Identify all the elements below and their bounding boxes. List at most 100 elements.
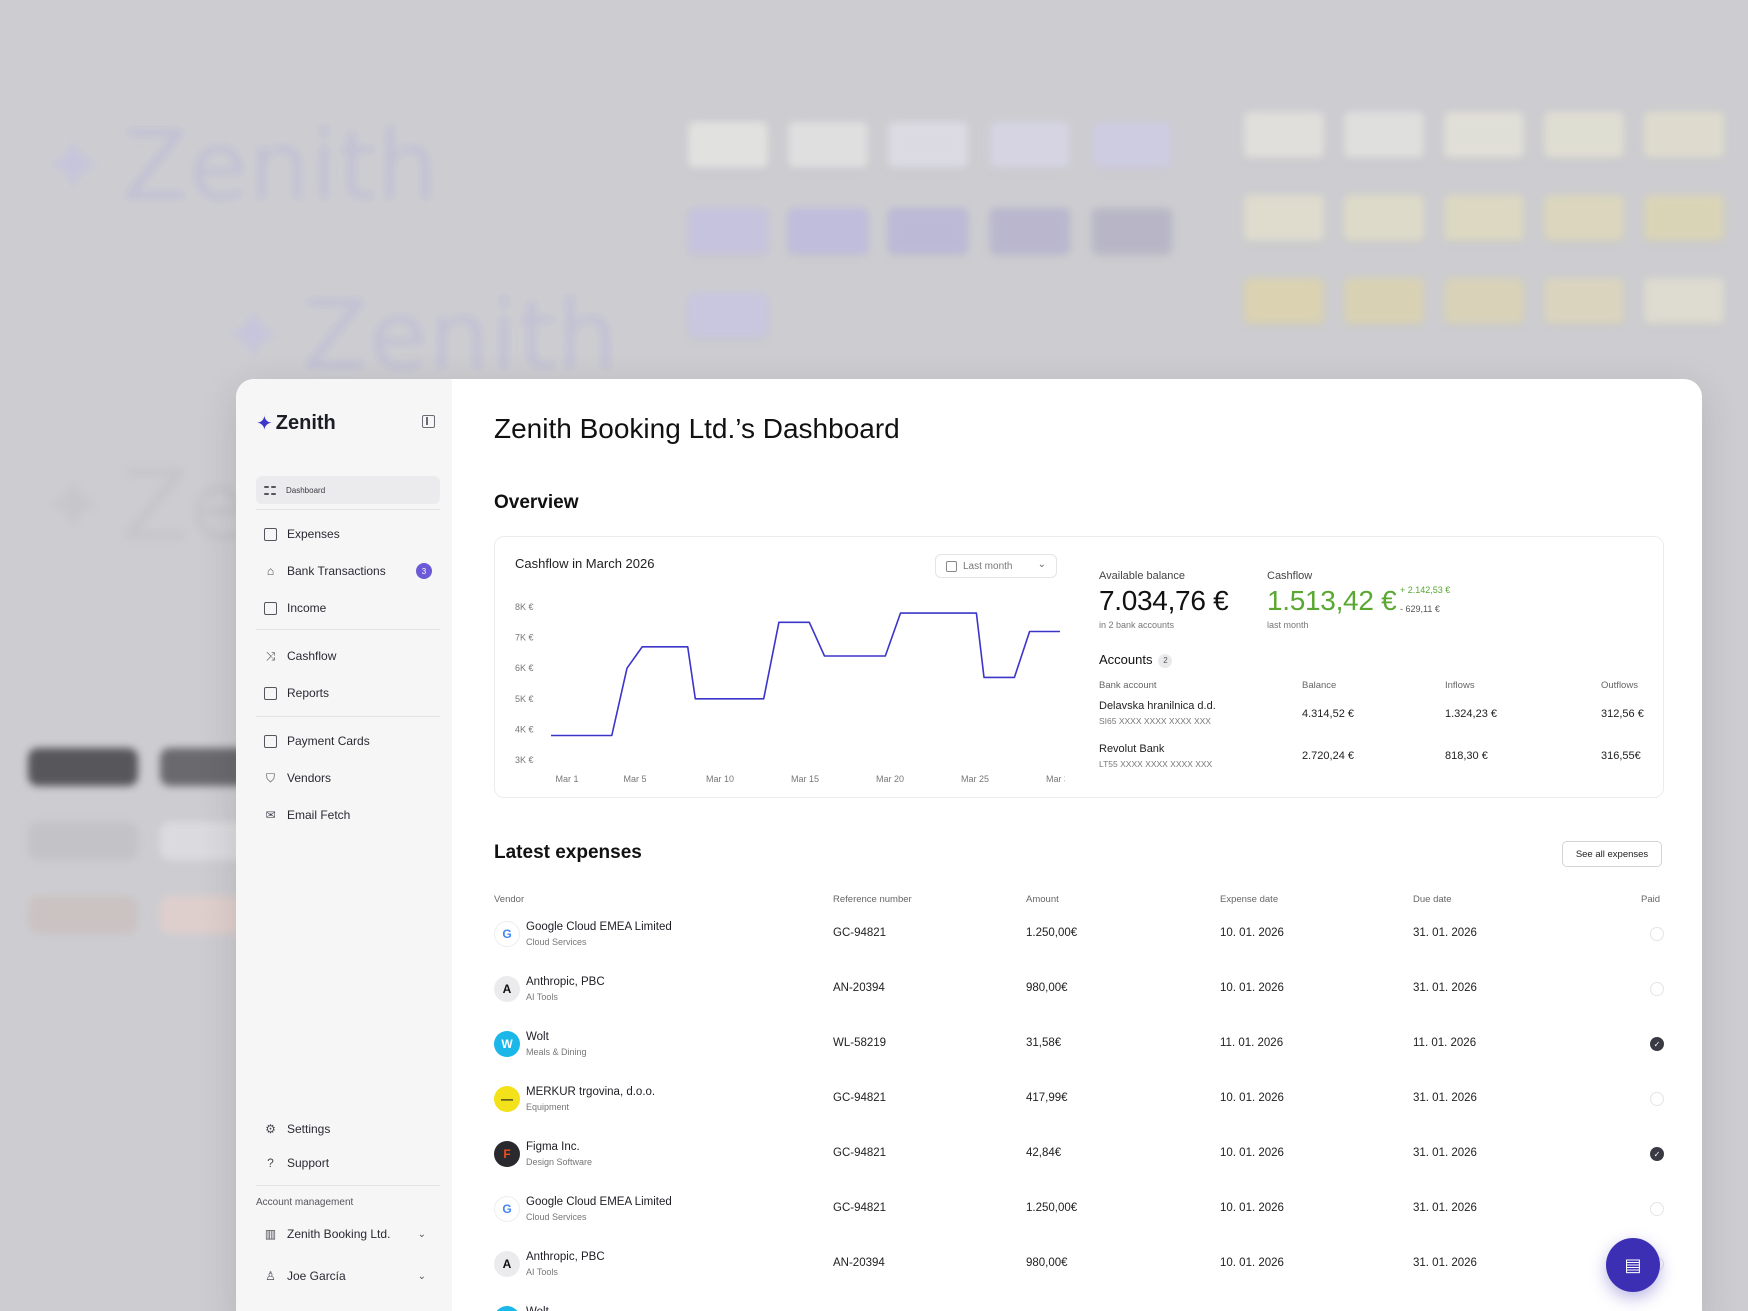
user-menu[interactable]: ♙ Joe García ⌄ — [256, 1263, 440, 1289]
vendor-name: Anthropic, PBC — [526, 976, 605, 988]
sidebar-item-label: Dashboard — [286, 485, 326, 495]
table-row[interactable]: G Google Cloud EMEA Limited Cloud Services… — [494, 1196, 1664, 1251]
vendor-category: AI Tools — [526, 992, 558, 1002]
vendor-category: Design Software — [526, 1157, 593, 1167]
amount: 31,58€ — [1026, 1037, 1062, 1049]
google-icon: G — [494, 1196, 520, 1222]
column-header: Expense date — [1220, 894, 1279, 905]
account-iban: LT55 XXXX XXXX XXXX XXX — [1099, 759, 1213, 769]
paid-checkbox[interactable] — [1650, 1202, 1664, 1216]
y-tick-label: 3K € — [515, 755, 534, 765]
collapse-sidebar-icon[interactable] — [422, 415, 435, 428]
due-date: 31. 01. 2026 — [1413, 982, 1477, 994]
sidebar-item-cashflow[interactable]: ⤨ Cashflow — [256, 643, 440, 669]
help-icon: ? — [267, 1156, 274, 1170]
x-tick-label: Mar 5 — [623, 774, 646, 784]
chart-title: Cashflow in March 2026 — [515, 556, 655, 571]
user-icon: ♙ — [265, 1269, 276, 1283]
vendor-category: AI Tools — [526, 1267, 558, 1277]
sidebar-item-expenses[interactable]: Expenses — [256, 521, 440, 547]
account-outflows: 312,56 € — [1601, 708, 1644, 720]
report-icon — [264, 686, 277, 700]
account-iban: SI65 XXXX XXXX XXXX XXX — [1099, 716, 1211, 726]
y-tick-label: 7K € — [515, 633, 534, 643]
due-date: 31. 01. 2026 — [1413, 1257, 1477, 1269]
sidebar-item-label: Vendors — [287, 771, 332, 785]
inflow-delta: + 2.142,53 € — [1400, 585, 1451, 595]
expense-date: 10. 01. 2026 — [1220, 1257, 1284, 1269]
account-inflows: 1.324,23 € — [1445, 708, 1497, 720]
expense-date: 11. 01. 2026 — [1220, 1037, 1284, 1049]
paid-checkbox[interactable] — [1650, 1092, 1664, 1106]
see-all-expenses-button[interactable]: See all expenses — [1562, 841, 1662, 867]
sidebar-item-label: Email Fetch — [287, 808, 351, 822]
amount: 42,84€ — [1026, 1147, 1062, 1159]
document-fab-button[interactable]: ▤ — [1606, 1238, 1660, 1292]
vendor-category: Equipment — [526, 1102, 570, 1112]
sidebar-item-payment-cards[interactable]: Payment Cards — [256, 728, 440, 754]
sidebar-item-vendors[interactable]: ⛉ Vendors — [256, 765, 440, 791]
sidebar-item-label: Payment Cards — [287, 734, 370, 748]
sidebar-item-dashboard[interactable]: Dashboard — [256, 476, 440, 504]
amount: 417,99€ — [1026, 1092, 1068, 1104]
sidebar: ✦ Zenith Dashboard Expenses ⌂ Bank Trans… — [236, 379, 452, 1311]
paid-checkbox[interactable] — [1650, 927, 1664, 941]
vendor-name: Figma Inc. — [526, 1141, 580, 1153]
brand-logo[interactable]: ✦ Zenith — [256, 411, 336, 436]
sidebar-item-label: Reports — [287, 686, 330, 700]
sidebar-item-reports[interactable]: Reports — [256, 680, 440, 706]
accounts-count: 2 — [1158, 654, 1173, 668]
x-tick-label: Mar 30 — [1046, 774, 1065, 784]
latest-expenses-title: Latest expenses — [494, 842, 642, 863]
y-tick-label: 5K € — [515, 694, 534, 704]
anthropic-icon: A — [494, 976, 520, 1002]
vendor-name: Wolt — [526, 1031, 549, 1043]
paid-check-icon[interactable]: ✓ — [1650, 1147, 1664, 1161]
chevron-down-icon: ⌄ — [417, 1228, 426, 1240]
vendor-category: Meals & Dining — [526, 1047, 587, 1057]
x-tick-label: Mar 15 — [791, 774, 819, 784]
due-date: 11. 01. 2026 — [1413, 1037, 1477, 1049]
x-tick-label: Mar 25 — [961, 774, 989, 784]
table-row[interactable]: A Anthropic, PBC AI Tools AN-20394 980,00€ 10… — [494, 1251, 1664, 1306]
expense-date: 10. 01. 2026 — [1220, 1092, 1284, 1104]
merkur-icon: — — [494, 1086, 520, 1112]
accounts-title-text: Accounts — [1099, 652, 1153, 667]
main-content: Zenith Booking Ltd.’s Dashboard Overview… — [494, 379, 1664, 1311]
reference-number: WL-58219 — [833, 1037, 887, 1049]
sidebar-item-support[interactable]: ? Support — [256, 1150, 440, 1176]
sidebar-item-income[interactable]: Income — [256, 595, 440, 621]
table-row[interactable]: G Google Cloud EMEA Limited Cloud Services… — [494, 921, 1664, 976]
expense-date: 10. 01. 2026 — [1220, 1202, 1284, 1214]
x-tick-label: Mar 10 — [706, 774, 734, 784]
anthropic-icon: A — [494, 1251, 520, 1277]
account-outflows: 316,55€ — [1601, 750, 1641, 762]
figma-icon: F — [494, 1141, 520, 1167]
table-row[interactable]: W Wolt Meals & Dining WL-58219 31,58€ 11. 01.… — [494, 1031, 1664, 1086]
sidebar-item-settings[interactable]: ⚙ Settings — [256, 1116, 440, 1142]
period-select[interactable]: Last month ⌄ — [935, 554, 1057, 578]
due-date: 31. 01. 2026 — [1413, 1147, 1477, 1159]
expense-date: 10. 01. 2026 — [1220, 927, 1284, 939]
reference-number: AN-20394 — [833, 982, 885, 994]
paid-checkbox[interactable] — [1650, 982, 1664, 996]
table-row[interactable]: WWolt✓ — [494, 1306, 1664, 1311]
wolt-icon: W — [494, 1306, 520, 1311]
vendor-name: MERKUR trgovina, d.o.o. — [526, 1086, 656, 1098]
x-tick-label: Mar 1 — [555, 774, 578, 784]
column-header: Paid — [1641, 894, 1661, 905]
table-row[interactable]: A Anthropic, PBC AI Tools AN-20394 980,00€ 10… — [494, 976, 1664, 1031]
column-header: Amount — [1026, 894, 1059, 905]
vendor-name: Wolt — [526, 1306, 549, 1311]
amount: 980,00€ — [1026, 1257, 1068, 1269]
sidebar-item-email-fetch[interactable]: ✉ Email Fetch — [256, 802, 440, 828]
paid-check-icon[interactable]: ✓ — [1650, 1037, 1664, 1051]
table-row[interactable]: — MERKUR trgovina, d.o.o. Equipment GC-9482… — [494, 1086, 1664, 1141]
accounts-title: Accounts 2 — [1099, 652, 1173, 668]
receipt-icon — [264, 527, 277, 541]
company-switcher[interactable]: ▥ Zenith Booking Ltd. ⌄ — [256, 1221, 440, 1247]
y-tick-label: 6K € — [515, 663, 534, 673]
sidebar-item-bank-transactions[interactable]: ⌂ Bank Transactions 3 — [256, 558, 440, 584]
wallet-icon — [264, 601, 277, 615]
table-row[interactable]: F Figma Inc. Design Software GC-94821 42,84€… — [494, 1141, 1664, 1196]
